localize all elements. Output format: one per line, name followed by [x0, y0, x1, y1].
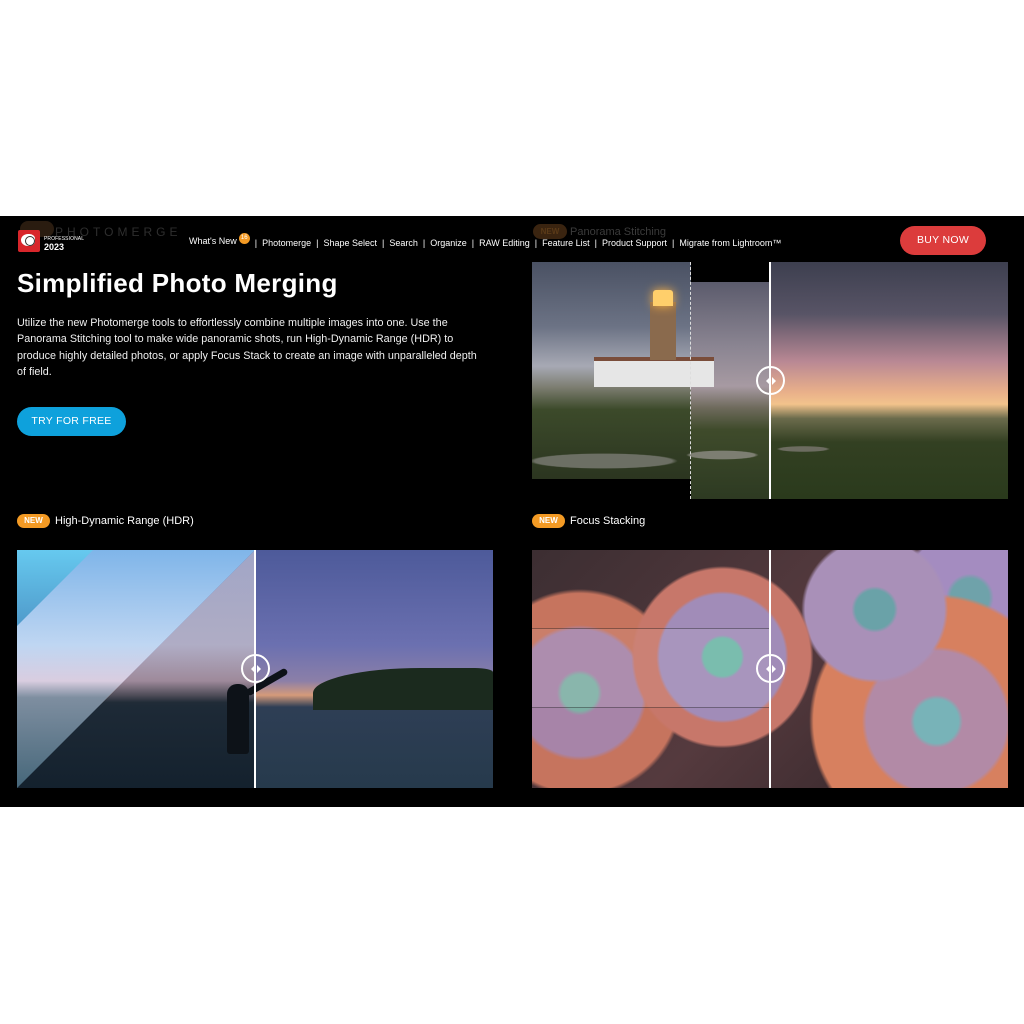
person-silhouette: [227, 684, 249, 754]
stitch-seam-line: [690, 262, 691, 499]
nav-photomerge[interactable]: Photomerge: [262, 238, 311, 248]
nav-shape-select[interactable]: Shape Select: [323, 238, 377, 248]
panorama-comparison-image[interactable]: [532, 262, 1008, 499]
feature-title: High-Dynamic Range (HDR): [55, 515, 194, 527]
compare-slider-handle-icon[interactable]: [756, 654, 785, 683]
compare-slider-handle-icon[interactable]: [241, 654, 270, 683]
nav-separator: |: [254, 237, 258, 248]
feature-label-hdr: NEW High-Dynamic Range (HDR): [17, 514, 194, 528]
arrow-right-icon: [256, 664, 261, 673]
nav-product-support[interactable]: Product Support: [602, 238, 667, 248]
nav-whats-new[interactable]: What's New 16: [189, 233, 250, 249]
nav-separator: |: [534, 237, 538, 248]
nav-separator: |: [316, 237, 319, 248]
nav-raw-editing[interactable]: RAW Editing: [479, 238, 530, 248]
product-logo[interactable]: PROFESSIONAL 2023: [18, 230, 84, 252]
nav-separator: |: [422, 237, 426, 248]
page-title: Simplified Photo Merging: [17, 268, 338, 298]
new-badge: NEW: [17, 514, 50, 528]
compare-slider-handle-icon[interactable]: [756, 366, 785, 395]
feature-title: Focus Stacking: [570, 515, 646, 527]
nav-feature-list[interactable]: Feature List: [542, 238, 590, 248]
hdr-comparison-image[interactable]: [17, 550, 493, 788]
hero-description: Utilize the new Photomerge tools to effo…: [17, 317, 477, 379]
nav-search[interactable]: Search: [389, 238, 418, 248]
arrow-right-icon: [771, 376, 776, 385]
nav-separator: |: [672, 237, 675, 248]
try-for-free-button[interactable]: TRY FOR FREE: [17, 407, 126, 436]
nav-separator: |: [471, 237, 475, 248]
logo-year: 2023: [44, 242, 65, 252]
logo-icon: [18, 230, 40, 252]
buy-now-button[interactable]: BUY NOW: [900, 226, 986, 255]
lighthouse-tower: [650, 302, 676, 360]
photomerge-page: PHOTOMERGE PROFESSIONAL 2023 NEW Panoram…: [0, 216, 1024, 807]
arrow-left-icon: [765, 376, 770, 385]
feature-label-focus-stacking: NEW Focus Stacking: [532, 514, 645, 528]
nav-separator: |: [382, 237, 385, 248]
nav-migrate-lightroom[interactable]: Migrate from Lightroom™: [679, 238, 781, 248]
island-silhouette: [313, 668, 493, 710]
focus-stacking-comparison-image[interactable]: [532, 550, 1008, 788]
arrow-right-icon: [771, 664, 776, 673]
new-badge: NEW: [532, 514, 565, 528]
whats-new-count-badge: 16: [238, 233, 250, 244]
lighthouse-building: [594, 357, 714, 387]
arrow-left-icon: [765, 664, 770, 673]
focus-stack-band: [532, 628, 770, 708]
top-nav: What's New 16 | Photomerge | Shape Select…: [189, 233, 781, 249]
nav-separator: |: [594, 237, 597, 248]
nav-organize[interactable]: Organize: [430, 238, 467, 248]
lighthouse-lamp: [653, 290, 673, 306]
arrow-left-icon: [250, 664, 255, 673]
